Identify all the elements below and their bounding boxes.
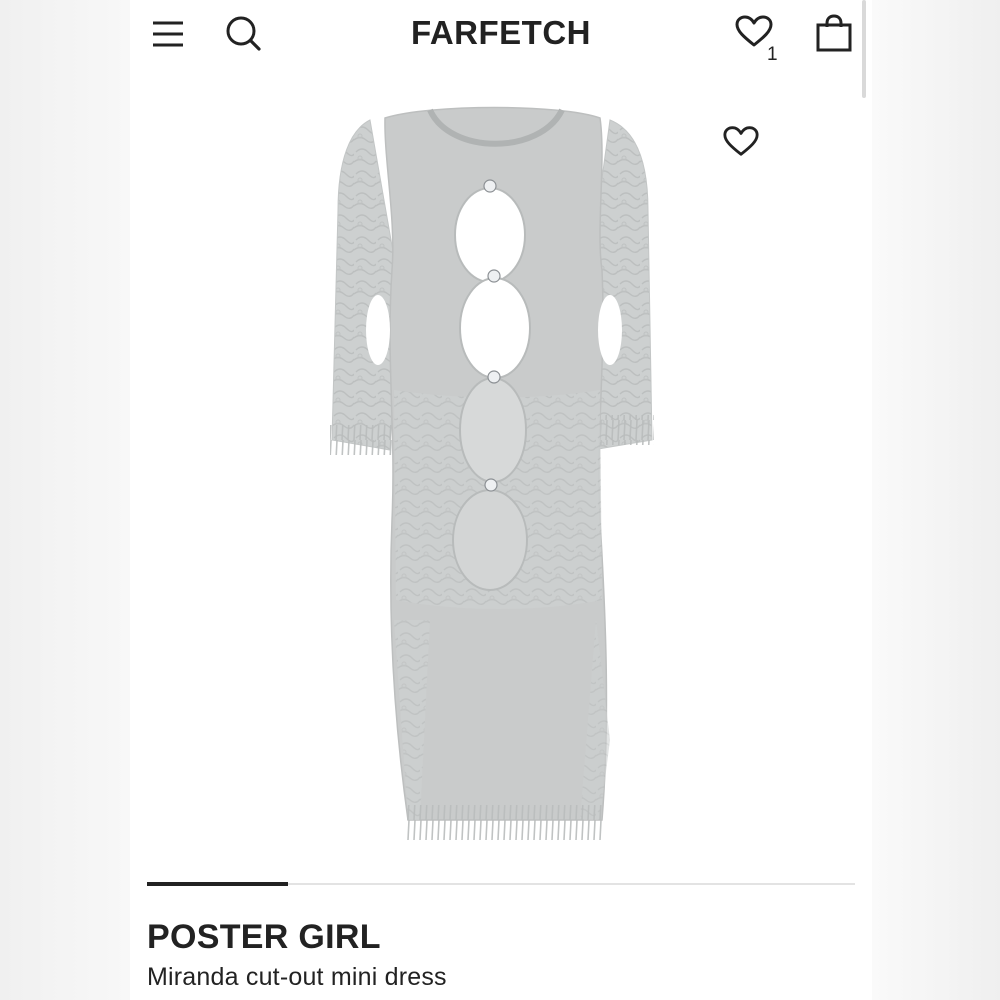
top-navigation-bar: FARFETCH 1 (130, 0, 872, 70)
carousel-active-segment (147, 882, 288, 886)
product-name: Miranda cut-out mini dress (147, 963, 447, 991)
product-brand[interactable]: POSTER GIRL (147, 918, 381, 957)
app-screen: FARFETCH 1 POSTER GIRL Miranda cut-out m… (130, 0, 872, 1000)
background-right (872, 0, 1000, 1000)
product-image-dress[interactable] (310, 100, 680, 850)
background-left (0, 0, 130, 1000)
image-wishlist-heart-icon[interactable] (722, 124, 760, 158)
image-carousel-indicator[interactable] (147, 882, 855, 886)
shopping-bag-icon[interactable] (814, 12, 854, 54)
wishlist-count-badge: 1 (767, 44, 778, 65)
